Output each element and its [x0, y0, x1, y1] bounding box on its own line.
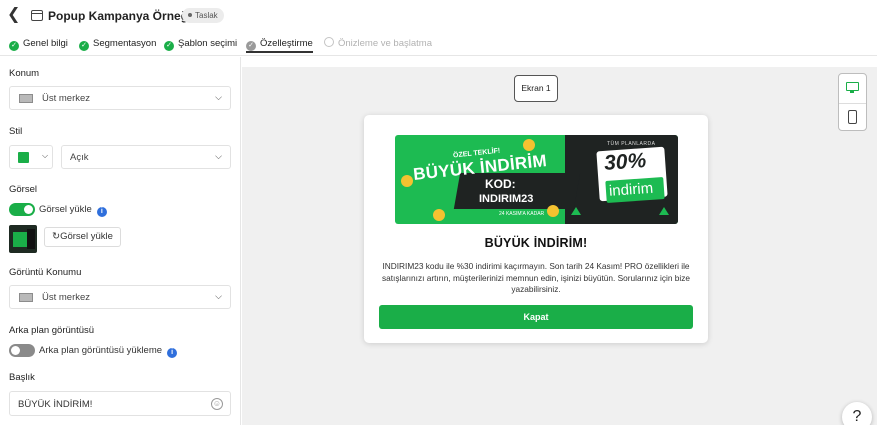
status-badge: Taslak: [182, 8, 224, 23]
campaign-banner-image: ÖZEL TEKLİF! BÜYÜK İNDİRİM KOD: INDIRIM2…: [395, 135, 678, 224]
check-icon: ✓: [246, 41, 256, 51]
step-onizleme-ve-baslatma[interactable]: Önizleme ve başlatma: [324, 37, 432, 53]
emoji-icon[interactable]: ☺: [211, 398, 223, 410]
arka-plan-label: Arka plan görüntüsü: [9, 325, 95, 336]
popup-body: INDIRIM23 kodu ile %30 indirimi kaçırmay…: [381, 261, 691, 294]
banner-code: INDIRIM23: [479, 193, 534, 205]
chevron-down-icon: ⌵: [215, 151, 222, 161]
banner-word: indirim: [608, 179, 654, 200]
chevron-down-icon: ⌵: [215, 92, 222, 102]
wizard-steps: ✓ Genel bilgi ✓ Segmentasyon ✓ Şablon seçim…: [0, 34, 877, 56]
baslik-label: Başlık: [9, 372, 35, 383]
mobile-icon[interactable]: [848, 110, 857, 124]
position-icon: [19, 293, 33, 302]
coin-icon: [401, 175, 413, 187]
goruntu-konumu-label: Görüntü Konumu: [9, 267, 82, 278]
step-ozellestirme[interactable]: ✓ Özelleştirme: [246, 37, 313, 53]
stil-label: Stil: [9, 126, 23, 137]
image-thumbnail: [9, 225, 37, 253]
page-title: Popup Kampanya Örneği: [48, 9, 192, 23]
toggle-knob: [24, 205, 33, 214]
step-label: Önizleme ve başlatma: [338, 38, 432, 49]
window-icon: [31, 10, 43, 21]
check-icon: ✓: [164, 41, 174, 51]
header: ❮ Popup Kampanya Örneği Taslak: [0, 0, 877, 32]
position-icon: [19, 94, 33, 103]
screen-tab[interactable]: Ekran 1: [514, 75, 558, 102]
check-icon: ✓: [79, 41, 89, 51]
arka-plan-toggle[interactable]: [9, 344, 35, 357]
stil-select[interactable]: Açık ⌵: [61, 145, 231, 169]
popup-title: BÜYÜK İNDİRİM!: [484, 236, 588, 250]
arka-plan-toggle-text: Arka plan görüntüsü yükleme i: [39, 345, 178, 358]
toggle-knob: [11, 346, 20, 355]
triangle-decor-icon: [571, 207, 581, 215]
goruntu-konumu-value: Üst merkez: [42, 292, 91, 303]
step-label: Şablon seçimi: [178, 38, 238, 49]
step-label: Genel bilgi: [23, 38, 68, 49]
baslik-input[interactable]: BÜYÜK İNDİRİM! ☺: [9, 391, 231, 416]
stil-value: Açık: [70, 152, 89, 163]
color-picker[interactable]: ⌵: [9, 145, 53, 169]
arka-plan-toggle-label: Arka plan görüntüsü yükleme: [39, 345, 163, 356]
coin-icon: [523, 139, 535, 151]
banner-plans: TÜM PLANLARDA: [607, 141, 656, 147]
goruntu-konumu-select[interactable]: Üst merkez ⌵: [9, 285, 231, 309]
gorsel-toggle-label: Görsel yükle: [39, 204, 92, 215]
chevron-down-icon: ⌵: [215, 291, 222, 301]
step-segmentasyon[interactable]: ✓ Segmentasyon: [79, 37, 156, 53]
konum-select[interactable]: Üst merkez ⌵: [9, 86, 231, 110]
banner-word-box: indirim: [605, 177, 665, 203]
gorsel-label: Görsel: [9, 184, 37, 195]
help-button[interactable]: ?: [842, 402, 872, 425]
check-icon: ✓: [9, 41, 19, 51]
upload-image-label: Görsel yükle: [60, 231, 113, 242]
step-label: Segmentasyon: [93, 38, 157, 49]
triangle-decor-icon: [659, 207, 669, 215]
refresh-icon: ↻: [52, 231, 61, 242]
chevron-down-icon: ⌵: [42, 151, 49, 160]
settings-panel: Konum Üst merkez ⌵ Stil ⌵ Açık ⌵ Görsel …: [0, 57, 241, 425]
banner-kod: KOD:: [485, 177, 516, 191]
close-popup-button[interactable]: Kapat: [379, 305, 693, 329]
info-icon[interactable]: i: [96, 207, 107, 217]
color-swatch: [18, 152, 29, 163]
device-switcher: [838, 73, 867, 131]
konum-label: Konum: [9, 68, 40, 79]
check-icon: [324, 37, 334, 47]
step-genel-bilgi[interactable]: ✓ Genel bilgi: [9, 37, 68, 53]
konum-value: Üst merkez: [42, 93, 91, 104]
status-badge-label: Taslak: [195, 11, 218, 20]
preview-canvas: Ekran 1 ÖZEL TEKLİF! BÜYÜK İNDİRİM KOD: …: [242, 67, 877, 425]
status-dot-icon: [188, 13, 192, 17]
banner-percent: 30%: [603, 149, 647, 175]
coin-icon: [547, 205, 559, 217]
divider: [839, 103, 866, 104]
upload-image-button[interactable]: ↻Görsel yükle: [44, 227, 121, 247]
popup-card: ÖZEL TEKLİF! BÜYÜK İNDİRİM KOD: INDIRIM2…: [364, 115, 708, 343]
baslik-value: BÜYÜK İNDİRİM!: [18, 399, 93, 410]
back-chevron-icon[interactable]: ❮: [7, 6, 21, 24]
step-sablon-secimi[interactable]: ✓ Şablon seçimi: [164, 37, 237, 53]
step-label: Özelleştirme: [260, 38, 313, 49]
coin-icon: [433, 209, 445, 221]
info-icon[interactable]: i: [167, 348, 178, 358]
gorsel-toggle-text: Görsel yükle i: [39, 204, 107, 217]
desktop-icon[interactable]: [846, 82, 859, 93]
gorsel-toggle[interactable]: [9, 203, 35, 216]
banner-deadline: 24 KASIM'A KADAR: [499, 211, 545, 217]
